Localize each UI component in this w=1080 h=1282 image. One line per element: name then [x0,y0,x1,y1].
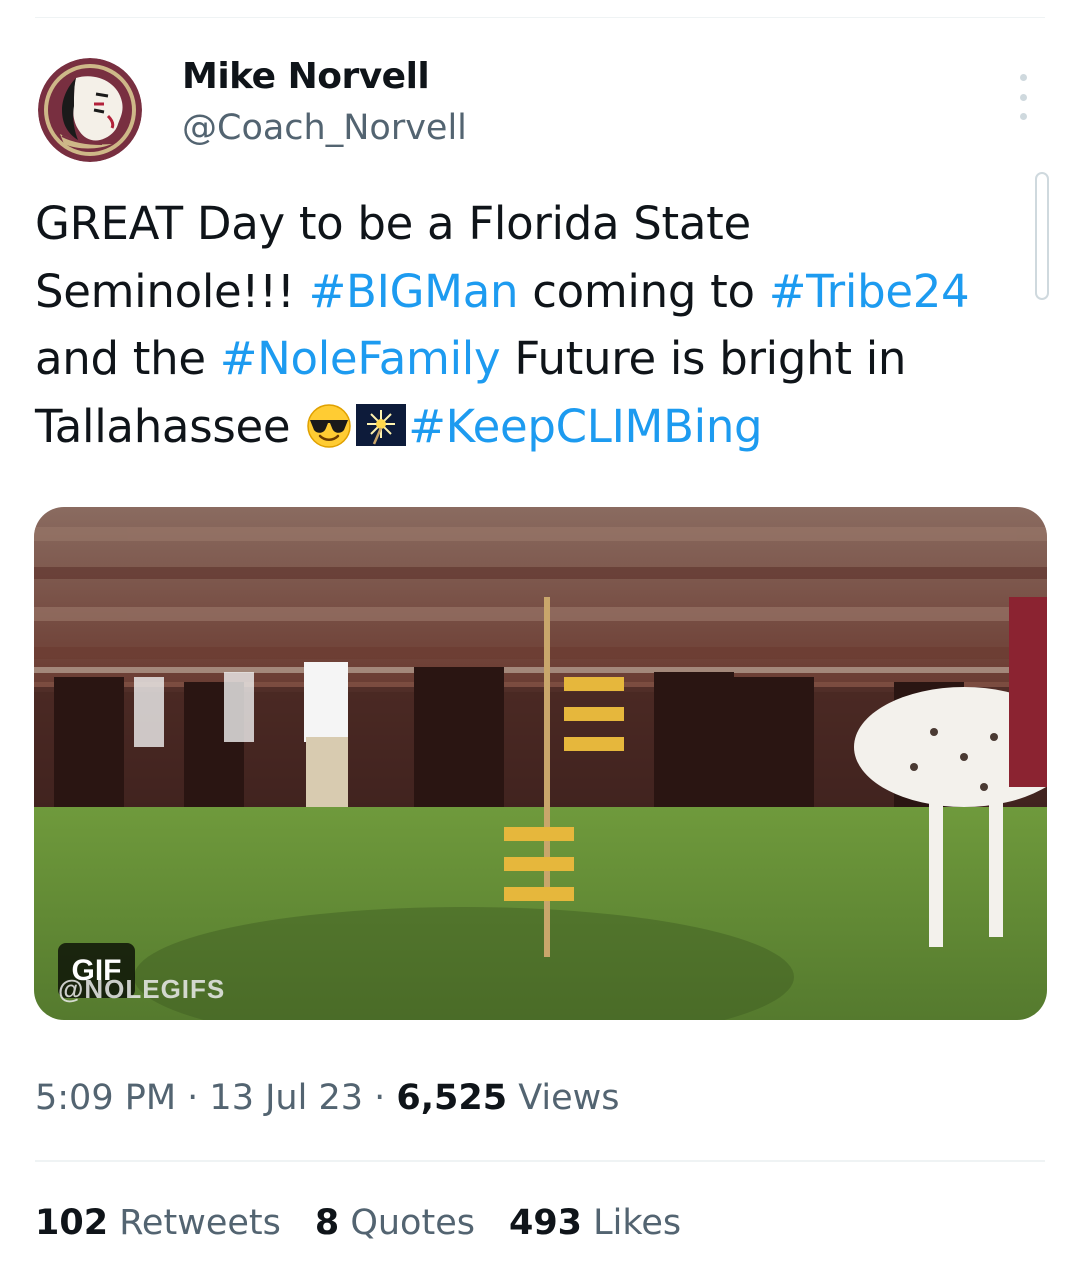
more-dot [1019,93,1027,101]
text-segment: Tallahassee [35,399,305,453]
quotes-label: Quotes [339,1203,475,1243]
tweet-date[interactable]: 13 Jul 23 [209,1078,363,1118]
views-label[interactable]: Views [507,1078,619,1118]
retweets-count: 102 [35,1203,109,1243]
likes-count: 493 [508,1203,583,1243]
more-options-icon[interactable] [1008,74,1038,120]
retweets-stat[interactable]: 102 Retweets [35,1203,281,1243]
seminole-logo-icon [38,58,142,162]
text-segment: and the [35,332,220,385]
retweets-label: Retweets [108,1203,281,1243]
meta-separator: · [176,1078,210,1118]
football-stadium-image [34,507,1047,1020]
hashtag-tribe24[interactable]: #Tribe24 [769,265,970,318]
tweet-text-line: Tallahassee #KeepCLIMBing [35,393,1025,461]
meta-separator: · [362,1078,397,1118]
text-segment: Seminole!!! [35,264,309,318]
quotes-count: 8 [314,1203,340,1243]
likes-stat[interactable]: 493 Likes [509,1203,681,1243]
author-name[interactable]: Mike Norvell [182,56,430,97]
likes-label: Likes [582,1203,682,1243]
hashtag-nolefamily[interactable]: #NoleFamily [220,332,501,385]
hashtag-keepclimbing[interactable]: #KeepCLIMBing [408,400,762,453]
gif-media[interactable] [34,507,1047,1020]
tweet-detail-page: Mike Norvell @Coach_Norvell GREAT Day to… [0,0,1080,1282]
tweet-meta: 5:09 PM · 13 Jul 23 · 6,525 Views [35,1078,620,1118]
tweet-text-line: and the #NoleFamily Future is bright in [35,325,1025,393]
divider [35,1160,1045,1162]
tweet-text-line: GREAT Day to be a Florida State [35,190,1025,258]
tweet-text-line: Seminole!!! #BIGMan coming to #Tribe24 [35,258,1025,326]
sparkler-emoji [354,399,408,446]
hashtag-bigman[interactable]: #BIGMan [309,265,519,318]
smiling-face-with-sunglasses-emoji [304,399,354,448]
more-dot [1019,74,1027,81]
engagement-stats: 102 Retweets 8 Quotes 493 Likes [35,1203,681,1243]
text-segment: GREAT Day to be a Florida State [35,197,751,250]
more-dot [1019,113,1027,120]
avatar[interactable] [38,58,142,162]
text-segment: coming to [518,264,769,318]
quotes-stat[interactable]: 8 Quotes [315,1203,475,1243]
top-divider [35,17,1045,18]
views-count[interactable]: 6,525 [396,1078,507,1118]
tweet-time[interactable]: 5:09 PM [35,1078,176,1118]
text-segment: Future is bright in [500,332,907,385]
author-handle[interactable]: @Coach_Norvell [182,108,467,148]
tweet-text: GREAT Day to be a Florida State Seminole… [35,190,1025,460]
media-watermark: @NOLEGIFS [58,974,226,1004]
scrollbar[interactable] [1035,172,1049,300]
